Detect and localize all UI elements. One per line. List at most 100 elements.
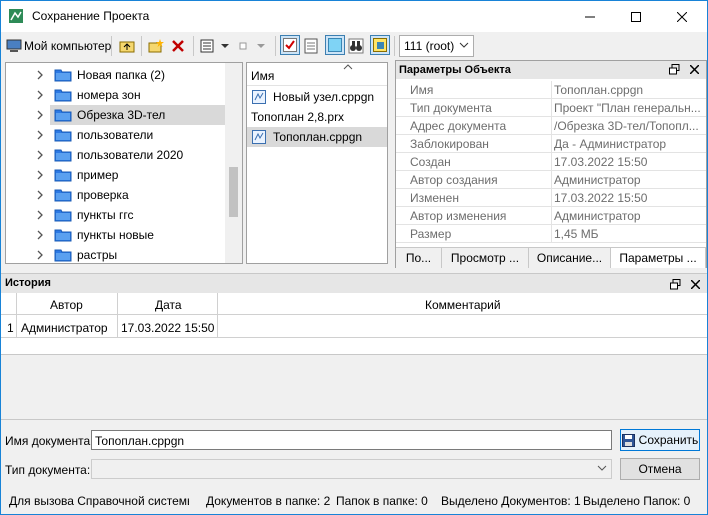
property-key: Автор создания xyxy=(410,173,498,187)
property-row[interactable]: Автор изменения Администратор xyxy=(396,207,706,225)
history-row-author[interactable]: Администратор xyxy=(21,321,108,335)
property-row[interactable]: Заблокирован Да - Администратор xyxy=(396,135,706,153)
float-panel-icon[interactable] xyxy=(669,64,680,75)
tree-item[interactable]: растры xyxy=(6,245,231,263)
properties-icon xyxy=(373,38,387,52)
chevron-right-icon[interactable] xyxy=(36,149,44,161)
tree-item-label: пункты новые xyxy=(77,228,154,242)
property-key: Имя xyxy=(410,83,434,97)
property-value: Администратор xyxy=(554,173,641,187)
history-col-author[interactable]: Автор xyxy=(50,298,83,312)
tree-scrollbar[interactable] xyxy=(225,63,242,263)
title-bar: Сохранение Проекта xyxy=(1,1,707,32)
computer-icon xyxy=(6,39,22,52)
new-folder-button[interactable] xyxy=(148,35,164,57)
minimize-icon xyxy=(585,16,595,17)
sort-ascending-icon xyxy=(343,64,353,70)
checkmark-icon xyxy=(283,38,297,52)
properties-tab[interactable]: Просмотр ... xyxy=(442,248,529,268)
check-toggle-button[interactable] xyxy=(280,35,300,55)
view-mode-button[interactable] xyxy=(200,35,230,57)
chevron-right-icon[interactable] xyxy=(36,169,44,181)
chevron-right-icon[interactable] xyxy=(36,109,44,121)
tree-scroll-thumb[interactable] xyxy=(229,167,238,217)
save-button[interactable]: Сохранить xyxy=(620,429,700,451)
chevron-right-icon[interactable] xyxy=(36,189,44,201)
doc-type-label: Тип документа: xyxy=(5,463,91,477)
property-row[interactable]: Изменен 17.03.2022 15:50 xyxy=(396,189,706,207)
find-button[interactable] xyxy=(348,35,364,57)
root-combo[interactable]: 111 (root) xyxy=(399,35,474,57)
preview-toggle-button[interactable] xyxy=(325,35,345,55)
property-key: Адрес документа xyxy=(410,119,507,133)
property-row[interactable]: Создан 17.03.2022 15:50 xyxy=(396,153,706,171)
close-panel-icon[interactable] xyxy=(691,280,700,289)
cancel-button[interactable]: Отмена xyxy=(620,458,700,480)
document-view-button[interactable] xyxy=(303,35,319,57)
tree-item[interactable]: пункты ггс xyxy=(6,205,231,225)
status-docs-in-folder: Документов в папке: 2 xyxy=(206,494,331,508)
history-col-comment[interactable]: Комментарий xyxy=(425,298,501,312)
property-key: Тип документа xyxy=(410,101,492,115)
property-row[interactable]: Тип документа Проект "План генеральн... xyxy=(396,99,706,117)
preview-icon xyxy=(328,38,342,52)
delete-button[interactable] xyxy=(171,35,185,57)
property-row[interactable]: Автор создания Администратор xyxy=(396,171,706,189)
options-icon xyxy=(239,42,265,50)
minimize-button[interactable] xyxy=(567,1,613,32)
chevron-right-icon[interactable] xyxy=(36,249,44,261)
folder-icon xyxy=(54,89,72,102)
tree-item[interactable]: пользователи 2020 xyxy=(6,145,231,165)
chevron-right-icon[interactable] xyxy=(36,69,44,81)
chevron-right-icon[interactable] xyxy=(36,209,44,221)
chevron-down-icon xyxy=(221,44,229,48)
maximize-button[interactable] xyxy=(613,1,659,32)
tree-item[interactable]: Новая папка (2) xyxy=(6,65,231,85)
save-label: Сохранить xyxy=(638,433,699,447)
my-computer-label: Мой компьютер xyxy=(24,39,112,53)
file-item[interactable]: Топоплан 2,8.prx xyxy=(247,107,387,127)
doc-name-field[interactable]: Топоплан.cppgn xyxy=(91,430,612,450)
doc-type-select[interactable] xyxy=(91,459,612,479)
property-value: /Обрезка 3D-тел/Топопл... xyxy=(554,119,699,133)
close-panel-icon[interactable] xyxy=(690,65,699,74)
property-row[interactable]: Размер 1,45 МБ xyxy=(396,225,706,243)
properties-panel: Параметры Объекта Имя Топоплан.cppgn Тип д… xyxy=(395,60,707,268)
file-column-header[interactable]: Имя xyxy=(251,69,274,83)
folder-icon xyxy=(54,149,72,162)
tree-item[interactable]: Обрезка 3D-тел xyxy=(37,105,228,125)
tree-item-label: пользователи xyxy=(77,128,154,142)
file-item[interactable]: Топоплан.cppgn xyxy=(247,127,387,147)
tree-item[interactable]: пункты новые xyxy=(6,225,231,245)
tree-item-label: растры xyxy=(77,248,118,262)
float-panel-icon[interactable] xyxy=(670,279,681,290)
properties-tab[interactable]: Описание... xyxy=(529,248,611,268)
file-item[interactable]: Новый узел.cppgn xyxy=(247,87,387,107)
property-row[interactable]: Имя Топоплан.cppgn xyxy=(396,81,706,99)
small-options-button[interactable] xyxy=(239,35,265,57)
tree-item[interactable]: пример xyxy=(6,165,231,185)
cancel-label: Отмена xyxy=(638,462,682,476)
properties-tab[interactable]: По... xyxy=(396,248,442,268)
tree-item[interactable]: проверка xyxy=(6,185,231,205)
history-row-date[interactable]: 17.03.2022 15:50 xyxy=(121,321,214,335)
property-value: Проект "План генеральн... xyxy=(554,101,701,115)
delete-icon xyxy=(172,40,184,52)
property-key: Размер xyxy=(410,227,452,241)
my-computer-button[interactable]: Мой компьютер xyxy=(6,35,111,57)
tree-item[interactable]: пользователи xyxy=(6,125,231,145)
properties-tab[interactable]: Параметры ... xyxy=(611,248,706,268)
binoculars-icon xyxy=(348,38,364,54)
chevron-right-icon[interactable] xyxy=(36,229,44,241)
chevron-right-icon[interactable] xyxy=(36,89,44,101)
property-row[interactable]: Адрес документа/Обрезка 3D-тел/Топопл... xyxy=(396,117,706,135)
file-item-label: Новый узел.cppgn xyxy=(273,90,375,104)
chevron-right-icon[interactable] xyxy=(36,129,44,141)
history-col-date[interactable]: Дата xyxy=(155,298,182,312)
folder-up-button[interactable] xyxy=(119,35,135,57)
tree-item[interactable]: номера зон xyxy=(6,85,231,105)
close-button[interactable] xyxy=(659,1,705,32)
properties-toggle-button[interactable] xyxy=(370,35,390,55)
property-key: Создан xyxy=(410,155,451,169)
history-row-number: 1 xyxy=(7,321,14,335)
